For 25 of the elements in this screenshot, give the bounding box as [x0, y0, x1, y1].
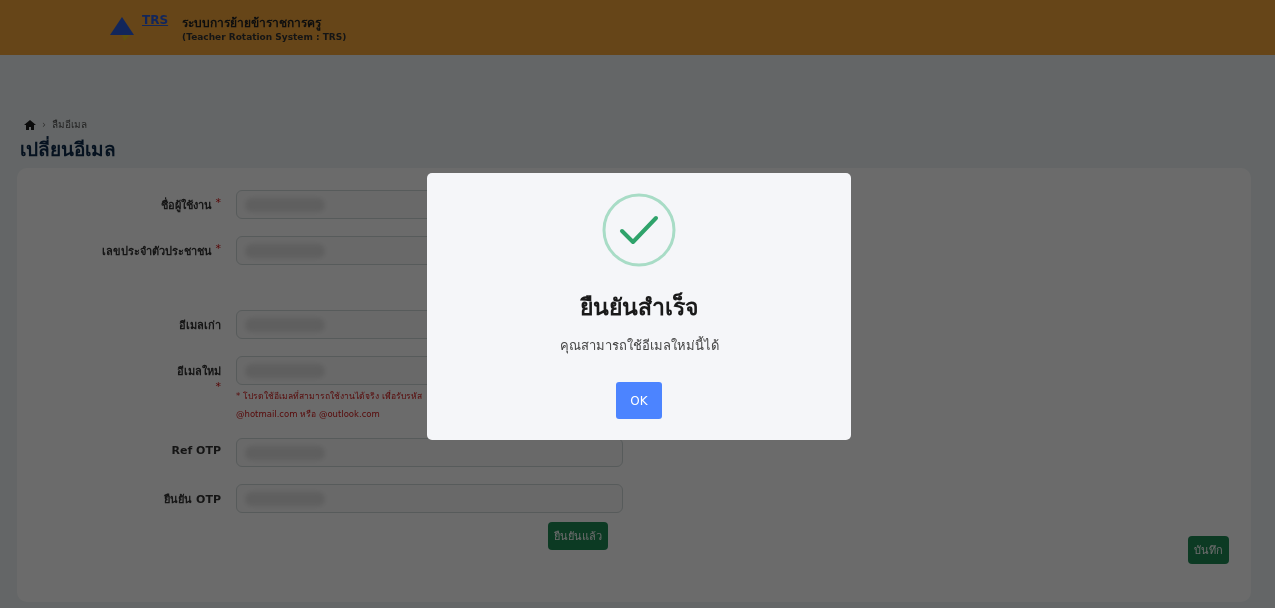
field-label: อีเมลใหม่	[177, 363, 221, 380]
dialog-title: ยืนยันสำเร็จ	[580, 291, 698, 322]
page-title: เปลี่ยนอีเมล	[20, 135, 117, 162]
required-mark: *	[215, 380, 221, 393]
success-check-icon	[602, 193, 676, 267]
hint-text: * โปรดใช้อีเมลที่สามารถใช้งานได้จริง เพื่อรับรหัส	[236, 389, 423, 403]
dialog-message: คุณสามารถใช้อีเมลใหม่นี้ได้	[559, 335, 719, 356]
breadcrumb-item: ลืมอีเมล	[52, 118, 87, 132]
field-label: Ref OTP	[171, 444, 221, 457]
confirmed-button[interactable]: ยืนยันแล้ว	[548, 522, 608, 550]
save-button[interactable]: บันทึก	[1188, 536, 1229, 564]
logo-text: TRS	[142, 13, 169, 27]
field-label: ยืนยัน OTP	[164, 492, 221, 508]
required-mark: *	[215, 196, 221, 211]
system-title: ระบบการย้ายข้าราชการครู	[182, 15, 323, 32]
ok-button[interactable]: OK	[616, 382, 662, 419]
field-label: เลขประจำตัวประชาชน	[101, 244, 212, 260]
system-subtitle: (Teacher Rotation System : TRS)	[182, 32, 347, 42]
input-field[interactable]	[236, 438, 623, 467]
breadcrumb-separator: ›	[42, 119, 46, 130]
hint-text: @hotmail.com หรือ @outlook.com	[236, 408, 381, 421]
home-icon[interactable]	[24, 119, 36, 130]
field-label: อีเมลเก่า	[179, 318, 221, 334]
field-label: ชื่อผู้ใช้งาน	[160, 196, 212, 215]
required-mark: *	[215, 242, 221, 257]
